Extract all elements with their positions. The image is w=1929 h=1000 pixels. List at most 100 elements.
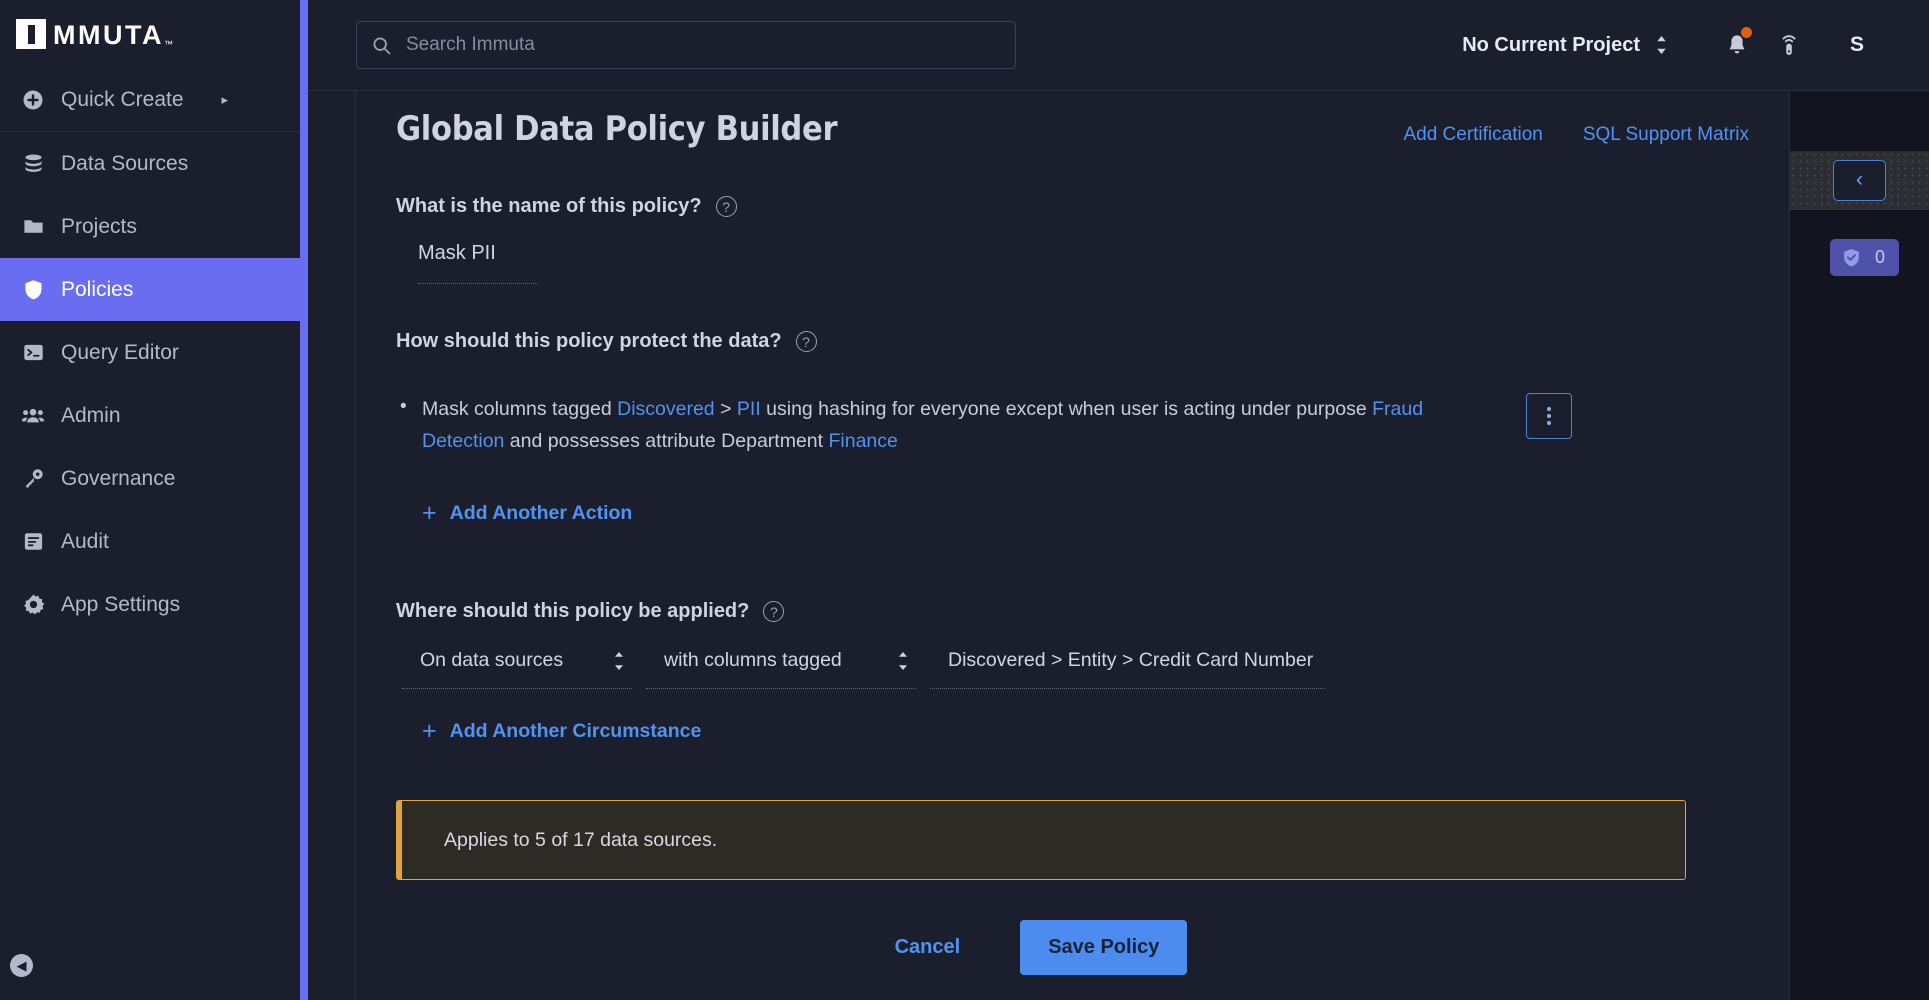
sidebar-item-query-editor[interactable]: Query Editor — [0, 321, 308, 384]
policy-action-row: Mask columns tagged Discovered > PII usi… — [396, 391, 1749, 457]
sidebar-item-label: Policies — [61, 277, 134, 301]
action-text-part-2: using hashing for everyone except when u… — [760, 398, 1373, 420]
plus-icon: + — [422, 717, 437, 745]
shield-icon — [13, 278, 53, 301]
tag-pii[interactable]: PII — [737, 398, 761, 420]
left-gutter — [308, 91, 356, 1000]
form-footer: Cancel Save Policy — [396, 920, 1686, 975]
action-text-part-3: and possesses attribute Department — [504, 430, 829, 452]
plus-icon: + — [422, 499, 437, 527]
plus-circle-icon — [13, 88, 53, 112]
condition-select[interactable]: with columns tagged — [646, 649, 916, 689]
sidebar-item-label: Quick Create — [61, 87, 184, 111]
sidebar-item-policies[interactable]: Policies — [0, 258, 308, 321]
folder-icon — [13, 215, 53, 238]
policy-count-badge[interactable]: 0 — [1830, 239, 1900, 276]
terminal-icon — [13, 341, 53, 364]
action-text-part-1: Mask columns tagged — [422, 398, 618, 420]
applies-to-banner-text: Applies to 5 of 17 data sources. — [444, 828, 718, 851]
shield-check-icon — [1841, 247, 1862, 268]
policy-where-question-text: Where should this policy be applied? — [396, 600, 750, 622]
question-mark-icon[interactable]: ? — [795, 331, 817, 352]
more-vertical-icon-dot — [1547, 421, 1551, 425]
attribute-finance[interactable]: Finance — [828, 430, 897, 452]
body-region: Global Data Policy Builder Add Certifica… — [308, 91, 1929, 1000]
tag-discovered[interactable]: Discovered — [617, 398, 715, 420]
scope-select-value: On data sources — [420, 649, 564, 671]
add-certification-link[interactable]: Add Certification — [1403, 124, 1542, 146]
add-another-circumstance-label: Add Another Circumstance — [449, 720, 702, 742]
page-title: Global Data Policy Builder — [396, 109, 838, 149]
add-another-action-label: Add Another Action — [449, 502, 633, 524]
connection-status-button[interactable] — [1763, 19, 1815, 71]
immuta-logo-icon — [16, 19, 46, 49]
sidebar-group-quick-create: Quick Create ▸ — [0, 68, 308, 132]
notifications-button[interactable] — [1711, 19, 1763, 71]
updown-chevron-icon — [590, 651, 626, 671]
condition-select-value: with columns tagged — [664, 649, 842, 671]
policy-protect-question-text: How should this policy protect the data? — [396, 330, 782, 352]
sidebar-item-label: Query Editor — [61, 340, 179, 364]
policy-circumstance-row: On data sources with columns tagged Disc… — [402, 649, 1749, 689]
search-box[interactable] — [356, 21, 1016, 69]
right-panel-spacer — [1790, 91, 1929, 151]
search-input[interactable] — [406, 34, 1001, 56]
gear-icon — [13, 593, 53, 616]
sql-support-matrix-link[interactable]: SQL Support Matrix — [1583, 124, 1749, 146]
sidebar-item-audit[interactable]: Audit — [0, 510, 308, 573]
tag-select[interactable]: Discovered > Entity > Credit Card Number — [930, 649, 1325, 689]
policy-name-input[interactable] — [418, 242, 538, 284]
right-panel-collapse-zone: ‹ — [1790, 151, 1929, 210]
add-another-circumstance-button[interactable]: + Add Another Circumstance — [396, 719, 1749, 744]
tag-separator: > — [714, 398, 737, 420]
sidebar-item-label: Governance — [61, 466, 176, 490]
updown-chevron-icon — [1654, 34, 1669, 56]
action-more-options-button[interactable] — [1526, 393, 1572, 439]
logo[interactable]: MMUTA ™ — [0, 0, 308, 68]
key-icon — [13, 467, 53, 490]
chevron-right-icon: ▸ — [221, 91, 228, 107]
app-root: MMUTA ™ Quick Create ▸ Data Sources Proj… — [0, 0, 1929, 1000]
sidebar-item-projects[interactable]: Projects — [0, 195, 308, 258]
chevron-left-icon: ‹ — [1856, 168, 1863, 191]
sidebar-item-governance[interactable]: Governance — [0, 447, 308, 510]
notification-badge-dot — [1741, 27, 1752, 38]
right-panel-collapse-button[interactable]: ‹ — [1833, 159, 1886, 201]
page-header: Global Data Policy Builder Add Certifica… — [396, 91, 1749, 149]
sidebar-item-label: Audit — [61, 529, 109, 553]
sidebar-item-data-sources[interactable]: Data Sources — [0, 132, 308, 195]
document-list-icon — [13, 530, 53, 553]
sidebar-item-admin[interactable]: Admin — [0, 384, 308, 447]
question-mark-icon[interactable]: ? — [715, 196, 737, 217]
tag-select-value: Discovered > Entity > Credit Card Number — [948, 649, 1314, 671]
sidebar-item-app-settings[interactable]: App Settings — [0, 573, 308, 636]
policy-protect-question: How should this policy protect the data?… — [396, 330, 1749, 353]
scope-select[interactable]: On data sources — [402, 649, 632, 689]
add-another-action-button[interactable]: + Add Another Action — [396, 501, 1749, 526]
avatar[interactable]: S — [1831, 19, 1883, 71]
topbar: No Current Project — [308, 0, 1929, 91]
sidebar-group-main: Data Sources Projects Policies Query Edi… — [0, 132, 308, 636]
applies-to-banner: Applies to 5 of 17 data sources. — [396, 800, 1686, 880]
sidebar-collapse-row: ◀ — [0, 930, 308, 1000]
save-policy-button[interactable]: Save Policy — [1020, 920, 1188, 975]
logo-text: MMUTA — [53, 20, 164, 50]
sidebar-item-quick-create[interactable]: Quick Create ▸ — [0, 68, 308, 131]
cancel-button[interactable]: Cancel — [895, 936, 961, 959]
collapse-left-arrow-icon[interactable]: ◀ — [10, 953, 33, 977]
main-region: No Current Project — [308, 0, 1929, 1000]
question-mark-icon[interactable]: ? — [763, 601, 785, 622]
project-selector[interactable]: No Current Project — [1462, 34, 1669, 57]
sidebar-item-label: Projects — [61, 214, 137, 238]
updown-chevron-icon — [874, 651, 910, 671]
sidebar: MMUTA ™ Quick Create ▸ Data Sources Proj… — [0, 0, 308, 1000]
sidebar-item-label: Data Sources — [61, 151, 189, 175]
project-selector-label: No Current Project — [1462, 33, 1640, 56]
policy-name-question: What is the name of this policy? ? — [396, 195, 1749, 218]
policy-name-question-text: What is the name of this policy? — [396, 195, 702, 217]
users-icon — [13, 404, 53, 428]
topbar-right: No Current Project S — [1462, 19, 1929, 71]
policy-where-question: Where should this policy be applied? ? — [396, 600, 1749, 623]
policy-action-statement: Mask columns tagged Discovered > PII usi… — [396, 391, 1496, 457]
sidebar-item-label: Admin — [61, 403, 121, 427]
